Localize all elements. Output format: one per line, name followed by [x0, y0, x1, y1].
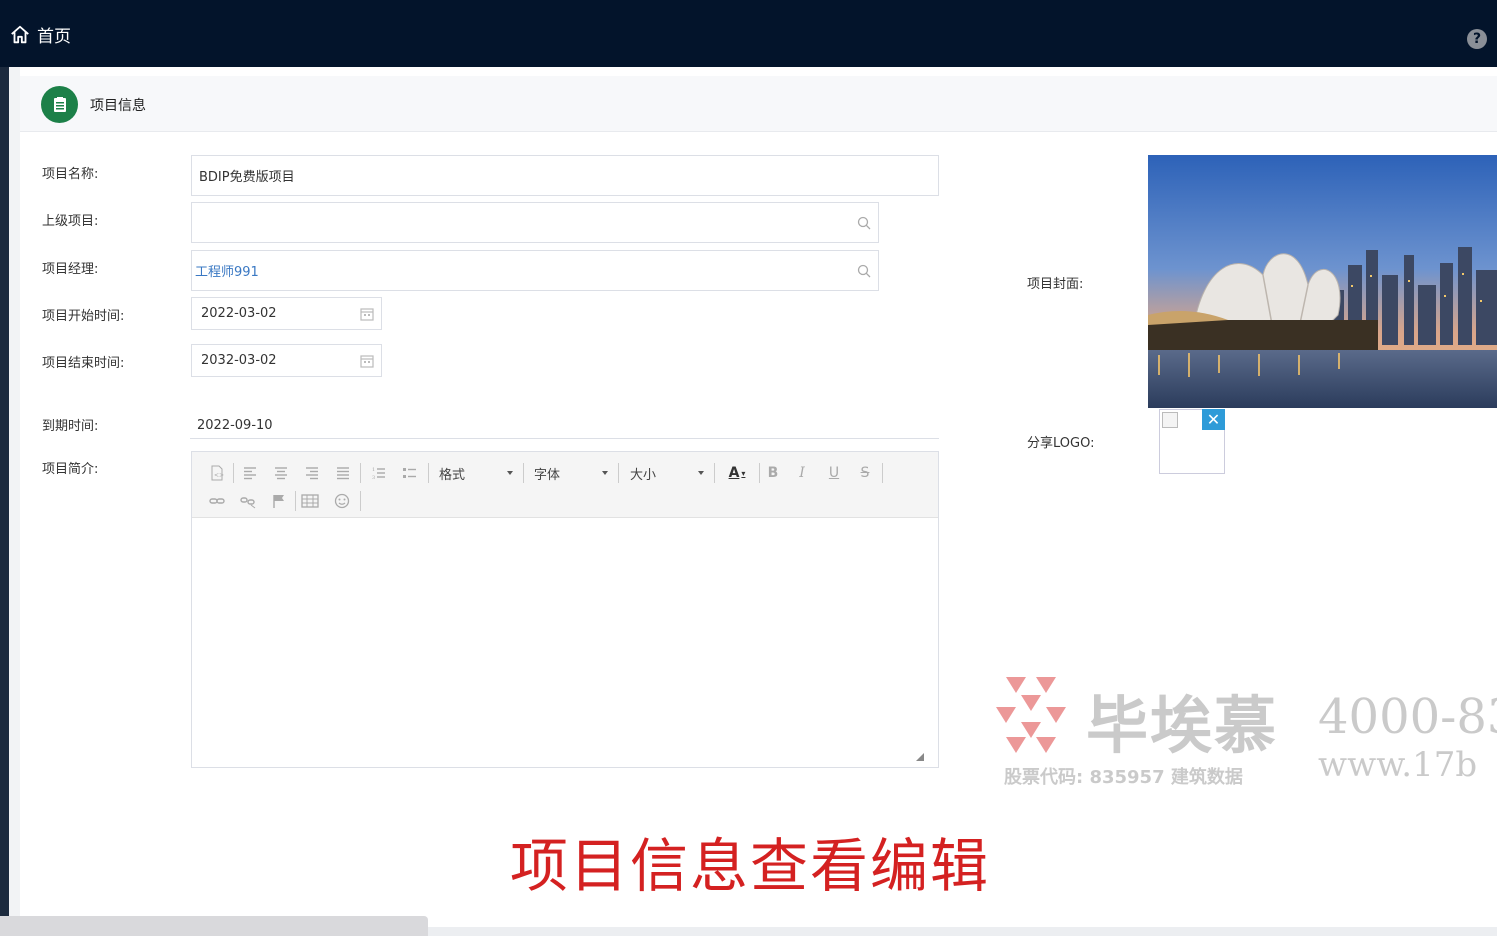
align-left-icon[interactable] [239, 462, 261, 484]
watermark-url: www.17b [1318, 745, 1478, 785]
search-icon[interactable] [856, 215, 872, 231]
svg-text:<>: <> [214, 472, 224, 479]
toolbar-separator [523, 463, 524, 483]
toolbar-separator [714, 463, 715, 483]
toolbar-separator [618, 463, 619, 483]
text-color-letter: A [728, 465, 740, 481]
home-tab[interactable]: 首页 [9, 22, 71, 47]
close-icon[interactable]: ✕ [1202, 409, 1225, 430]
font-dropdown[interactable]: 字体 [534, 462, 608, 484]
chevron-down-icon [507, 471, 513, 475]
table-icon[interactable] [299, 490, 321, 512]
panel-title: 项目信息 [90, 98, 146, 114]
broken-image-icon [1162, 412, 1178, 428]
underline-button[interactable]: U [823, 462, 845, 484]
align-center-icon[interactable] [270, 462, 292, 484]
expire-date-value: 2022-09-10 [190, 414, 939, 439]
size-dropdown[interactable]: 大小 [630, 462, 704, 484]
watermark-logo [996, 677, 1066, 753]
toolbar-separator [360, 463, 361, 483]
project-manager-value[interactable]: 工程师991 [195, 261, 259, 280]
home-label: 首页 [37, 27, 71, 47]
toolbar-separator [295, 491, 296, 511]
project-name-input[interactable]: BDIP免费版项目 [191, 155, 939, 196]
project-info-panel: 项目信息 项目名称: 上级项目: 项目经理: 项目开始时间: 项目结束时间: 到… [20, 67, 1497, 936]
resize-handle[interactable] [916, 753, 924, 761]
emoji-icon[interactable] [331, 490, 353, 512]
start-date-value: 2022-03-02 [201, 306, 277, 321]
format-dropdown-label: 格式 [439, 467, 466, 483]
watermark-brand: 毕埃慕 [1086, 689, 1279, 762]
watermark-stock-code: 股票代码: 835957 建筑数据 [1004, 767, 1243, 788]
end-date-label: 项目结束时间: [42, 356, 125, 371]
link-icon[interactable] [206, 490, 228, 512]
toolbar-separator [882, 463, 883, 483]
align-right-icon[interactable] [301, 462, 323, 484]
unlink-icon[interactable] [237, 490, 259, 512]
svg-text:3: 3 [372, 475, 375, 481]
document-icon [41, 86, 78, 123]
bullet-list-icon[interactable] [399, 462, 421, 484]
strikethrough-button[interactable]: S [854, 462, 876, 484]
toolbar-separator [360, 491, 361, 511]
chevron-down-icon [602, 471, 608, 475]
expire-date-label: 到期时间: [42, 419, 99, 434]
editor-toolbar: <> 13 格式 字体 大小 A ▾ B I U S [192, 452, 938, 518]
top-bar: 首页 ? [0, 0, 1497, 67]
end-date-input[interactable]: 2032-03-02 [191, 344, 382, 377]
intro-label: 项目简介: [42, 462, 99, 477]
search-icon[interactable] [856, 263, 872, 279]
watermark: 毕埃慕 4000-83 股票代码: 835957 建筑数据 www.17b [996, 667, 1497, 797]
source-icon[interactable]: <> [206, 462, 228, 484]
project-name-value: BDIP免费版项目 [199, 170, 295, 185]
logo-label: 分享LOGO: [1027, 436, 1095, 451]
align-justify-icon[interactable] [332, 462, 354, 484]
anchor-flag-icon[interactable] [268, 490, 290, 512]
content-gutter [9, 67, 20, 936]
left-sidebar-edge [0, 67, 9, 936]
project-manager-label: 项目经理: [42, 262, 99, 277]
scrollbar-track [428, 927, 1497, 936]
italic-button[interactable]: I [791, 462, 813, 484]
chevron-down-icon [698, 471, 704, 475]
help-icon[interactable]: ? [1467, 29, 1487, 49]
video-caption: 项目信息查看编辑 [510, 832, 991, 900]
format-dropdown[interactable]: 格式 [439, 462, 513, 484]
cover-label: 项目封面: [1027, 277, 1084, 292]
toolbar-separator [233, 463, 234, 483]
font-dropdown-label: 字体 [534, 467, 561, 483]
toolbar-separator [428, 463, 429, 483]
parent-project-label: 上级项目: [42, 214, 99, 229]
project-manager-input[interactable]: 工程师991 [191, 250, 879, 291]
parent-project-input[interactable] [191, 202, 879, 243]
home-icon [11, 25, 29, 43]
calendar-icon[interactable] [359, 353, 375, 369]
text-color-button[interactable]: A ▾ [723, 462, 751, 484]
size-dropdown-label: 大小 [630, 467, 657, 483]
cover-image[interactable] [1148, 155, 1497, 408]
start-date-label: 项目开始时间: [42, 309, 125, 324]
intro-editor[interactable]: <> 13 格式 字体 大小 A ▾ B I U S [191, 451, 939, 768]
toolbar-separator [759, 463, 760, 483]
svg-text:1: 1 [372, 467, 375, 473]
watermark-phone: 4000-83 [1318, 689, 1497, 745]
bold-button[interactable]: B [762, 462, 784, 484]
project-name-label: 项目名称: [42, 167, 99, 182]
ordered-list-icon[interactable]: 13 [368, 462, 390, 484]
end-date-value: 2032-03-02 [201, 353, 277, 368]
horizontal-scrollbar[interactable] [0, 916, 428, 936]
calendar-icon[interactable] [359, 306, 375, 322]
start-date-input[interactable]: 2022-03-02 [191, 297, 382, 330]
panel-header: 项目信息 [20, 76, 1497, 132]
